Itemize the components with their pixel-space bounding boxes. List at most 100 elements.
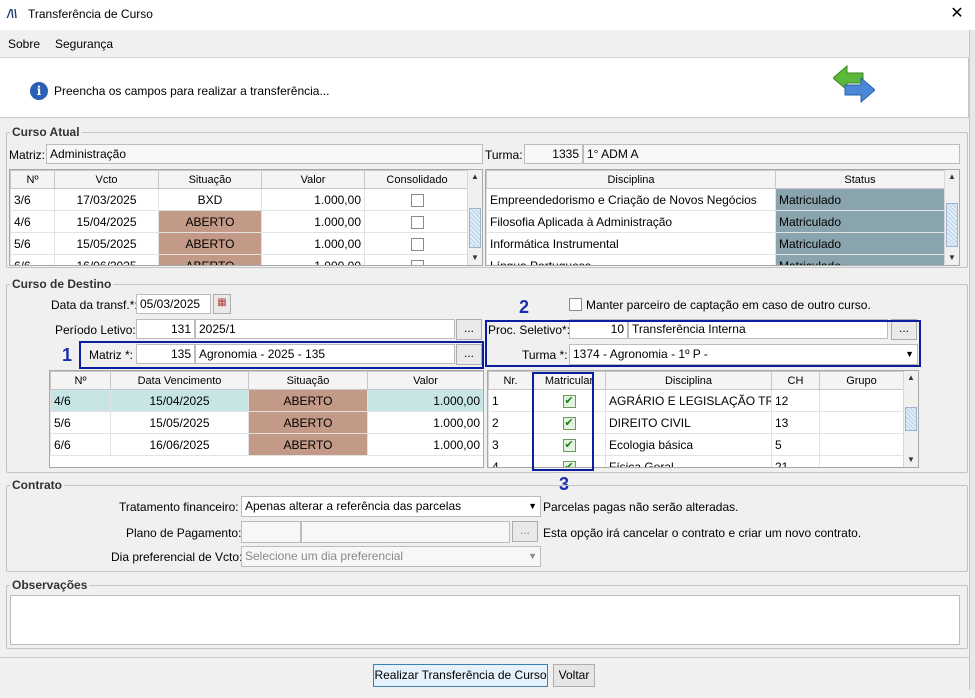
matriz-atual-label: Matriz: <box>9 148 45 162</box>
table-row[interactable]: 3/6 17/03/2025 BXD 1.000,00 <box>10 188 482 211</box>
scroll-up-icon[interactable]: ▲ <box>945 170 959 184</box>
periodo-search-button[interactable]: ... <box>456 319 482 340</box>
manter-parceiro-checkbox[interactable] <box>569 298 582 311</box>
contrato-title: Contrato <box>10 478 64 492</box>
footer-divider <box>0 657 969 658</box>
table-row[interactable]: Língua Portuguesa Matriculado <box>486 254 959 265</box>
cell-valor: 1.000,00 <box>261 188 365 211</box>
col-valor[interactable]: Valor <box>261 170 365 189</box>
tratamento-note: Parcelas pagas não serão alteradas. <box>543 500 739 514</box>
annotation-box-2 <box>485 320 921 367</box>
realizar-transferencia-button[interactable]: Realizar Transferência de Curso <box>373 664 548 687</box>
col-consolidado[interactable]: Consolidado <box>364 170 470 189</box>
col-valor[interactable]: Valor <box>367 371 483 390</box>
close-icon[interactable]: ✕ <box>946 3 968 25</box>
cell-ch: 13 <box>771 411 820 434</box>
cell-disciplina: Língua Portuguesa <box>486 254 776 265</box>
consolidado-checkbox[interactable] <box>410 193 424 207</box>
col-vcto[interactable]: Vcto <box>54 170 159 189</box>
consolidado-checkbox[interactable] <box>410 215 424 229</box>
tratamento-label: Tratamento financeiro: <box>119 500 239 514</box>
col-situacao[interactable]: Situação <box>158 170 262 189</box>
plano-label: Plano de Pagamento: <box>126 526 242 540</box>
col-n[interactable]: Nº <box>10 170 55 189</box>
col-disciplina[interactable]: Disciplina <box>486 170 776 189</box>
disciplinas-destino-scrollbar[interactable]: ▲ ▼ <box>903 371 918 467</box>
col-grupo[interactable]: Grupo <box>819 371 904 390</box>
cell-situacao: ABERTO <box>248 433 368 456</box>
table-row[interactable]: 4/6 15/04/2025 ABERTO 1.000,00 <box>10 210 482 233</box>
cell-valor: 1.000,00 <box>367 433 483 456</box>
table-row[interactable]: Filosofia Aplicada à Administração Matric… <box>486 210 959 233</box>
table-row[interactable]: 5/6 15/05/2025 ABERTO 1.000,00 <box>50 411 483 434</box>
cell-valor: 1.000,00 <box>261 254 365 265</box>
dia-preferencial-label: Dia preferencial de Vcto: <box>111 550 243 564</box>
plano-search-button[interactable]: ... <box>512 521 538 542</box>
cell-nr: 3 <box>488 433 533 456</box>
table-row[interactable]: 6/6 16/06/2025 ABERTO 1.000,00 <box>50 433 483 456</box>
table-row[interactable]: Empreendedorismo e Criação de Novos Negó… <box>486 188 959 211</box>
tratamento-value: Apenas alterar a referência das parcelas <box>245 499 462 513</box>
cell-disciplina: Empreendedorismo e Criação de Novos Negó… <box>486 188 776 211</box>
col-n[interactable]: Nº <box>50 371 111 390</box>
scroll-thumb[interactable] <box>469 208 481 248</box>
info-icon: i <box>30 82 48 100</box>
scroll-up-icon[interactable]: ▲ <box>904 371 918 385</box>
consolidado-checkbox[interactable] <box>410 237 424 251</box>
consolidado-checkbox[interactable] <box>410 259 424 265</box>
cell-disciplina: Ecologia básica <box>605 433 772 456</box>
table-row[interactable]: 4/6 15/04/2025 ABERTO 1.000,00 <box>50 389 483 412</box>
cell-n: 6/6 <box>50 433 111 456</box>
periodo-code-input[interactable]: 131 <box>136 319 195 339</box>
cell-situacao: ABERTO <box>248 411 368 434</box>
cell-disciplina: Informática Instrumental <box>486 232 776 255</box>
col-data-vencimento[interactable]: Data Vencimento <box>110 371 249 390</box>
cell-vcto: 15/04/2025 <box>110 389 249 412</box>
scroll-down-icon[interactable]: ▼ <box>945 251 959 265</box>
cell-status: Matriculado <box>775 188 945 211</box>
col-status[interactable]: Status <box>775 170 945 189</box>
cell-n: 5/6 <box>10 232 55 255</box>
col-ch[interactable]: CH <box>771 371 820 390</box>
menu-sobre[interactable]: Sobre <box>8 37 40 51</box>
cell-nr: 2 <box>488 411 533 434</box>
cell-vcto: 17/03/2025 <box>54 188 159 211</box>
table-row[interactable]: Informática Instrumental Matriculado <box>486 232 959 255</box>
chevron-down-icon: ▼ <box>528 501 537 511</box>
cell-valor: 1.000,00 <box>261 232 365 255</box>
cell-situacao: ABERTO <box>158 210 262 233</box>
data-transf-input[interactable]: 05/03/2025 <box>136 294 211 314</box>
scroll-thumb[interactable] <box>946 203 958 247</box>
observacoes-textarea[interactable] <box>10 595 960 645</box>
scroll-down-icon[interactable]: ▼ <box>468 251 482 265</box>
col-nr[interactable]: Nr. <box>488 371 533 390</box>
dia-preferencial-select[interactable]: Selecione um dia preferencial ▼ <box>241 546 541 567</box>
cell-situacao: BXD <box>158 188 262 211</box>
curso-atual-title: Curso Atual <box>10 125 82 139</box>
table-row[interactable]: 6/6 16/06/2025 ABERTO 1.000,00 <box>10 254 482 265</box>
tratamento-select[interactable]: Apenas alterar a referência das parcelas… <box>241 496 541 517</box>
scroll-up-icon[interactable]: ▲ <box>468 170 482 184</box>
cell-valor: 1.000,00 <box>367 411 483 434</box>
cell-status: Matriculado <box>775 210 945 233</box>
calendar-icon[interactable]: ▦ <box>213 294 231 314</box>
col-situacao[interactable]: Situação <box>248 371 368 390</box>
annotation-box-1 <box>79 341 484 369</box>
voltar-button[interactable]: Voltar <box>553 664 595 687</box>
cell-situacao: ABERTO <box>158 254 262 265</box>
annotation-number-1: 1 <box>62 345 73 365</box>
scroll-thumb[interactable] <box>905 407 917 431</box>
cell-valor: 1.000,00 <box>367 389 483 412</box>
menu-seguranca[interactable]: Segurança <box>55 37 113 51</box>
disciplinas-atual-scrollbar[interactable]: ▲ ▼ <box>944 170 959 265</box>
cell-nr: 4 <box>488 455 533 467</box>
plano-code-input[interactable] <box>241 521 301 543</box>
cell-n: 4/6 <box>10 210 55 233</box>
scroll-down-icon[interactable]: ▼ <box>904 453 918 467</box>
window-scrollbar[interactable] <box>969 30 975 690</box>
annotation-number-2: 2 <box>519 297 530 317</box>
parcelas-atual-scrollbar[interactable]: ▲ ▼ <box>467 170 482 265</box>
matriz-atual-field: Administração <box>46 144 483 164</box>
col-disciplina[interactable]: Disciplina <box>605 371 772 390</box>
table-row[interactable]: 5/6 15/05/2025 ABERTO 1.000,00 <box>10 232 482 255</box>
